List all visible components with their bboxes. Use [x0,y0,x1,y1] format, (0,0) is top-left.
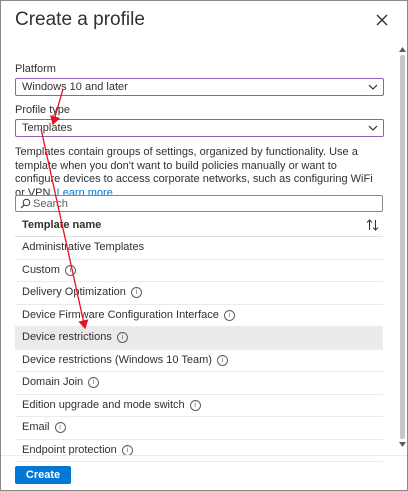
template-name: Device restrictions (Windows 10 Team) [22,353,212,366]
template-name: Custom [22,263,60,276]
template-name: Device restrictions [22,331,112,343]
info-icon[interactable]: i [189,399,201,411]
info-icon[interactable]: i [54,422,66,433]
template-row[interactable]: Device restrictions i [15,327,383,350]
search-box[interactable] [15,195,383,212]
template-name: Endpoint protection [22,443,117,456]
info-icon[interactable]: i [216,354,228,366]
template-row[interactable]: Domain Join i [15,372,383,395]
template-name: Administrative Templates [22,241,145,253]
info-icon[interactable]: i [64,264,76,276]
template-description: Templates contain groups of settings, or… [15,146,385,200]
template-name: Delivery Optimization [22,286,126,298]
template-row-label: Administrative Templates [22,237,144,259]
footer-divider [1,455,407,456]
template-row[interactable]: Delivery Optimization i [15,282,383,305]
template-row-label: Edition upgrade and mode switch i [22,395,201,417]
info-icon[interactable]: i [130,287,142,298]
grid-header: Template name [15,214,383,237]
template-row-label: Device restrictions (Windows 10 Team) i [22,350,228,372]
template-row[interactable]: Custom i [15,260,383,282]
grid-rows: Administrative Templates Custom i Delivery … [15,237,383,462]
profile-type-dropdown[interactable]: Templates [15,119,384,137]
template-row[interactable]: Device restrictions (Windows 10 Team) i [15,350,383,372]
scrollbar[interactable] [398,45,407,449]
info-icon[interactable]: i [116,332,128,343]
template-row-label: Domain Join i [22,372,100,394]
dialog-title: Create a profile [15,9,145,30]
template-row-label: Device Firmware Configuration Interface i [22,305,235,327]
template-row-label: Device restrictions i [22,327,128,349]
template-row-label: Custom i [22,260,76,282]
template-name: Device Firmware Configuration Interface [22,308,219,321]
create-button[interactable]: Create [15,466,71,484]
info-icon[interactable]: i [223,309,235,321]
platform-value: Windows 10 and later [22,81,128,93]
search-icon [20,198,31,209]
platform-label: Platform [15,63,56,75]
template-name: Email [22,421,50,433]
template-row-label: Delivery Optimization i [22,282,142,304]
sort-updown-icon[interactable] [366,219,379,231]
profile-type-label: Profile type [15,104,71,116]
scrollbar-thumb[interactable] [400,55,405,439]
scroll-down-icon[interactable] [399,442,406,448]
profile-type-value: Templates [22,122,73,134]
platform-dropdown[interactable]: Windows 10 and later [15,78,384,96]
template-row-label: Email i [22,417,66,439]
template-row[interactable]: Administrative Templates [15,237,383,260]
chevron-down-icon [368,125,378,131]
template-name: Domain Join [22,376,84,388]
template-row[interactable]: Edition upgrade and mode switch i [15,395,383,417]
template-row[interactable]: Device Firmware Configuration Interface i [15,305,383,327]
chevron-down-icon [368,84,378,90]
info-icon[interactable]: i [121,444,133,456]
column-header-template-name[interactable]: Template name [22,214,101,236]
info-icon[interactable]: i [88,377,100,388]
template-name: Edition upgrade and mode switch [22,398,185,411]
create-profile-dialog: Create a profile Platform Windows 10 and… [0,0,408,491]
scroll-up-icon[interactable] [399,46,406,52]
template-grid: Template name Administrative Templates Cu… [15,214,383,462]
template-row-label: Endpoint protection i [22,440,133,462]
close-icon[interactable] [374,12,390,28]
template-row[interactable]: Email i [15,417,383,440]
search-input[interactable] [33,196,373,211]
template-row[interactable]: Endpoint protection i [15,440,383,462]
